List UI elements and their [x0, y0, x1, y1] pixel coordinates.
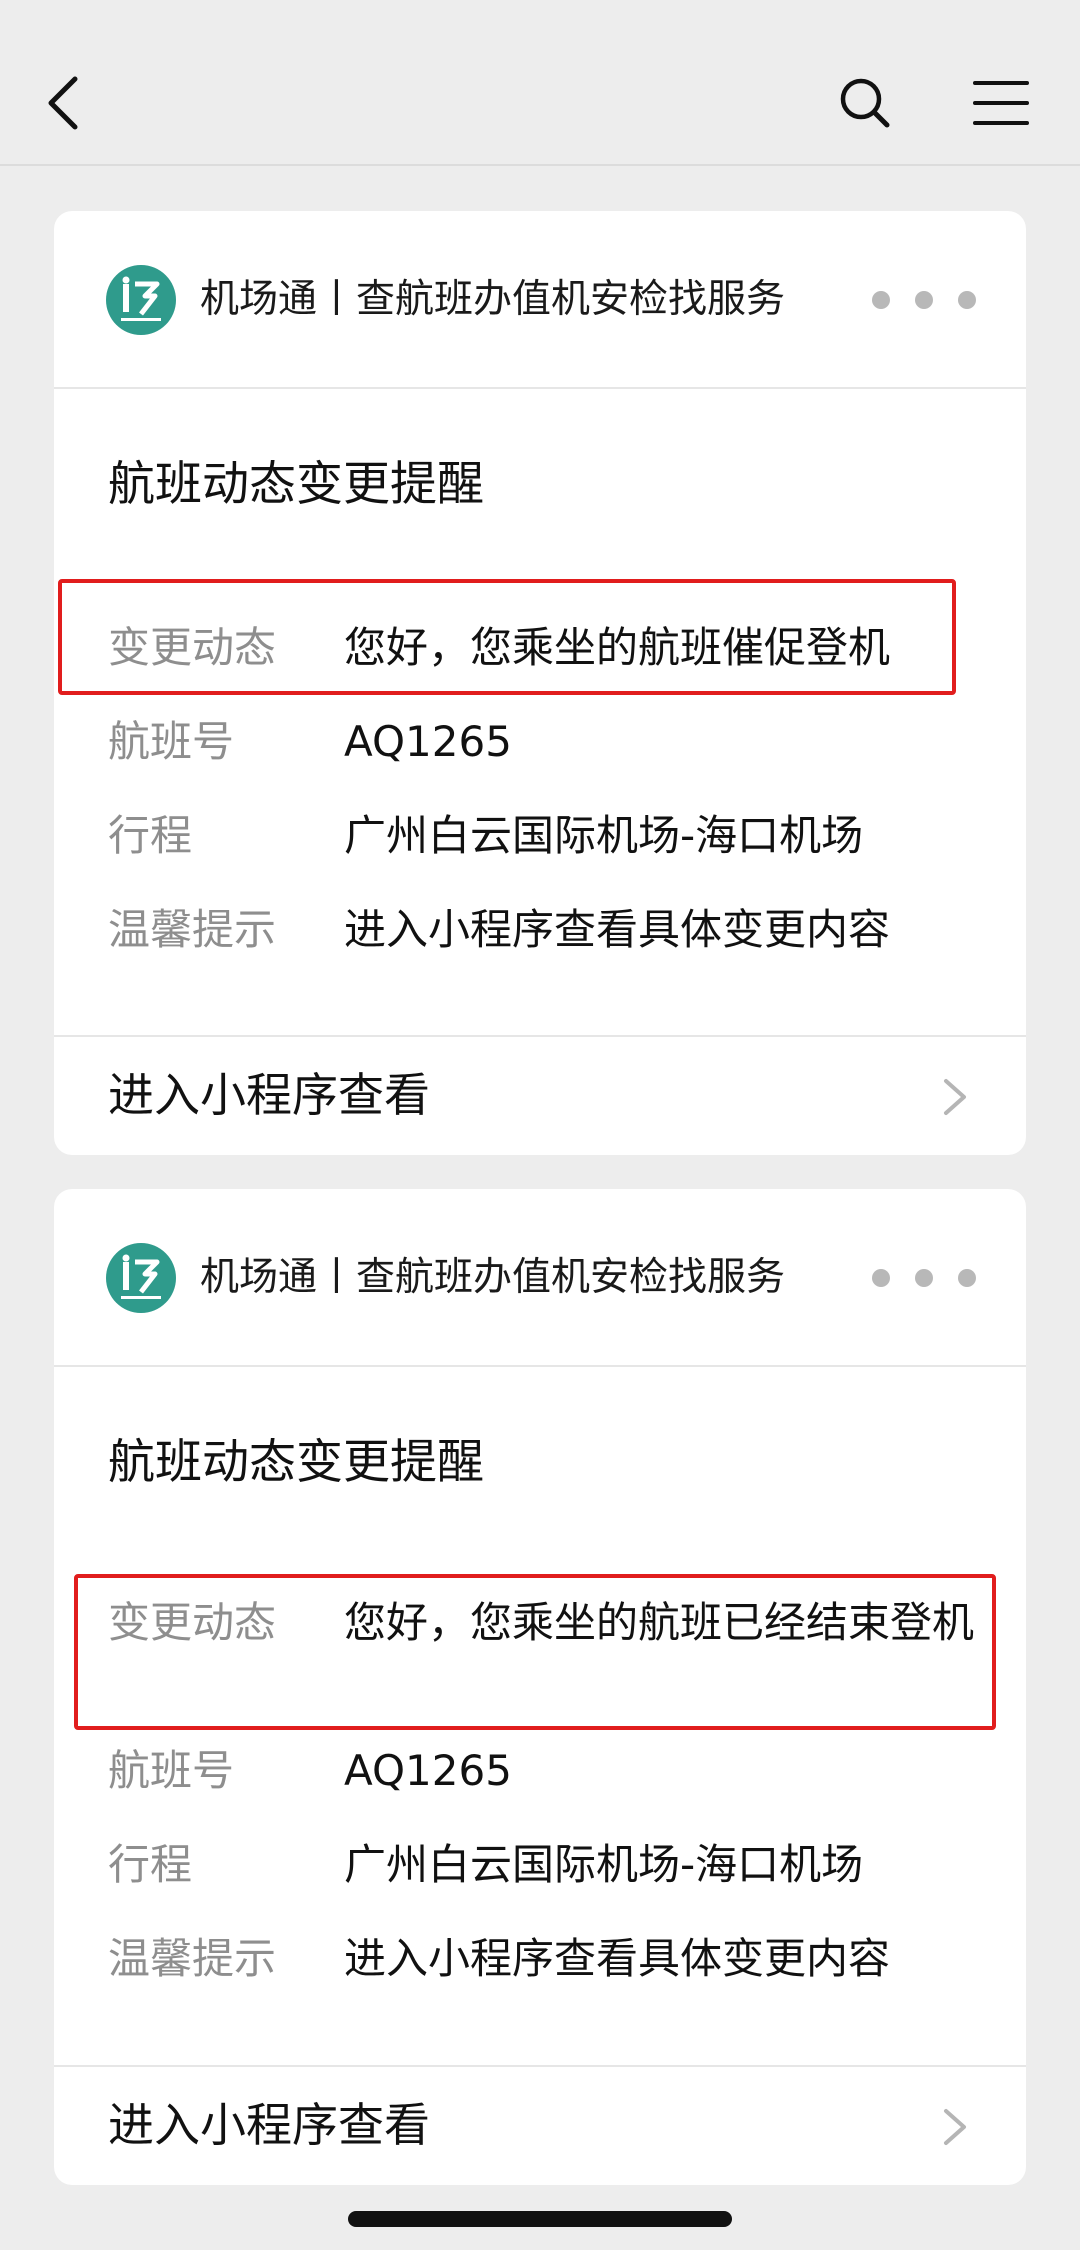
info-row: 行程 广州白云国际机场-海口机场 [108, 1841, 988, 1889]
mini-program-logo [106, 1243, 176, 1313]
info-row: 变更动态 您好，您乘坐的航班已经结束登机 [108, 1599, 988, 1647]
chevron-right-icon [938, 2107, 972, 2147]
row-label: 航班号 [108, 717, 235, 766]
open-mini-program-label: 进入小程序查看 [108, 1068, 430, 1122]
row-label: 行程 [108, 811, 193, 860]
row-value: AQ1265 [344, 717, 512, 766]
row-label: 航班号 [108, 1746, 235, 1795]
info-row: 行程 广州白云国际机场-海口机场 [108, 812, 988, 860]
dot-icon [915, 291, 933, 309]
row-value: 进入小程序查看具体变更内容 [344, 1934, 891, 1983]
dot-icon [872, 1269, 890, 1287]
search-icon [840, 78, 890, 128]
row-value: 您好，您乘坐的航班已经结束登机 [344, 1598, 975, 1647]
menu-icon [973, 81, 1029, 125]
mini-program-name[interactable]: 机场通丨查航班办值机安检找服务 [200, 1253, 785, 1303]
home-indicator[interactable] [348, 2211, 732, 2227]
more-options-button[interactable] [872, 289, 976, 311]
info-row: 航班号 AQ1265 [108, 718, 988, 766]
chevron-right-icon [938, 1077, 972, 1117]
card-title: 航班动态变更提醒 [108, 1435, 484, 1490]
info-row: 温馨提示 进入小程序查看具体变更内容 [108, 906, 988, 954]
mini-program-logo [106, 265, 176, 335]
row-label: 行程 [108, 1840, 193, 1889]
row-label: 温馨提示 [108, 1934, 277, 1983]
row-label: 变更动态 [108, 623, 277, 672]
row-value: 广州白云国际机场-海口机场 [344, 1840, 864, 1889]
row-value: 您好，您乘坐的航班催促登机 [344, 623, 891, 672]
navigation-bar [0, 0, 1080, 166]
message-card: 机场通丨查航班办值机安检找服务 航班动态变更提醒 变更动态 您好，您乘坐的航班催… [54, 211, 1026, 1155]
back-button[interactable] [18, 58, 108, 148]
dot-icon [958, 1269, 976, 1287]
open-mini-program-label: 进入小程序查看 [108, 2098, 430, 2152]
message-card: 机场通丨查航班办值机安检找服务 航班动态变更提醒 变更动态 您好，您乘坐的航班已… [54, 1189, 1026, 2185]
card-title: 航班动态变更提醒 [108, 457, 484, 512]
dot-icon [872, 291, 890, 309]
card-header: 机场通丨查航班办值机安检找服务 [54, 1189, 1026, 1367]
mini-program-name[interactable]: 机场通丨查航班办值机安检找服务 [200, 275, 785, 325]
row-label: 变更动态 [108, 1598, 277, 1647]
more-options-button[interactable] [872, 1267, 976, 1289]
row-value: AQ1265 [344, 1746, 512, 1795]
open-mini-program-link[interactable]: 进入小程序查看 [54, 1035, 1026, 1155]
dot-icon [915, 1269, 933, 1287]
row-value: 广州白云国际机场-海口机场 [344, 811, 864, 860]
info-row: 温馨提示 进入小程序查看具体变更内容 [108, 1935, 988, 1983]
open-mini-program-link[interactable]: 进入小程序查看 [54, 2065, 1026, 2185]
info-row: 航班号 AQ1265 [108, 1747, 988, 1795]
airport-logo-icon [121, 1254, 161, 1299]
card-header: 机场通丨查航班办值机安检找服务 [54, 211, 1026, 389]
row-label: 温馨提示 [108, 905, 277, 954]
airport-logo-icon [121, 276, 161, 321]
dot-icon [958, 291, 976, 309]
search-button[interactable] [820, 58, 910, 148]
back-arrow-icon [48, 76, 78, 130]
row-value: 进入小程序查看具体变更内容 [344, 905, 891, 954]
menu-button[interactable] [956, 58, 1046, 148]
info-row: 变更动态 您好，您乘坐的航班催促登机 [108, 624, 988, 672]
